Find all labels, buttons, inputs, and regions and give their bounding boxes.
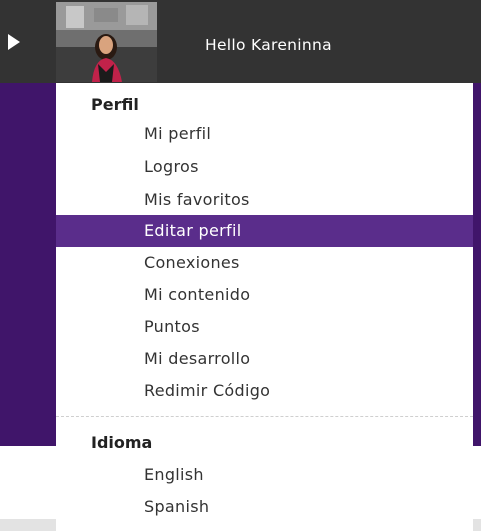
menu-item-spanish[interactable]: Spanish <box>56 493 473 521</box>
menu-item-logros[interactable]: Logros <box>56 153 473 181</box>
menu-item-mi-perfil[interactable]: Mi perfil <box>56 120 473 148</box>
menu-divider <box>56 416 473 417</box>
chevron-left-icon[interactable] <box>6 32 22 52</box>
user-dropdown-menu: Perfil Mi perfil Logros Mis favoritos Ed… <box>56 83 473 531</box>
menu-item-mi-desarrollo[interactable]: Mi desarrollo <box>56 345 473 373</box>
app-screen: Hello Kareninna Perfil Mi perfil Logros … <box>0 0 481 531</box>
user-photo-icon <box>56 2 157 82</box>
menu-item-english[interactable]: English <box>56 461 473 489</box>
menu-item-editar-perfil[interactable]: Editar perfil <box>56 215 473 247</box>
menu-item-conexiones[interactable]: Conexiones <box>56 249 473 277</box>
user-greeting[interactable]: Hello Kareninna <box>205 36 332 54</box>
section-title-language: Idioma <box>91 433 153 452</box>
menu-item-redimir-codigo[interactable]: Redimir Código <box>56 377 473 405</box>
avatar[interactable] <box>56 2 157 82</box>
menu-item-mis-favoritos[interactable]: Mis favoritos <box>56 186 473 214</box>
menu-item-mi-contenido[interactable]: Mi contenido <box>56 281 473 309</box>
menu-item-puntos[interactable]: Puntos <box>56 313 473 341</box>
section-title-profile: Perfil <box>91 95 139 114</box>
